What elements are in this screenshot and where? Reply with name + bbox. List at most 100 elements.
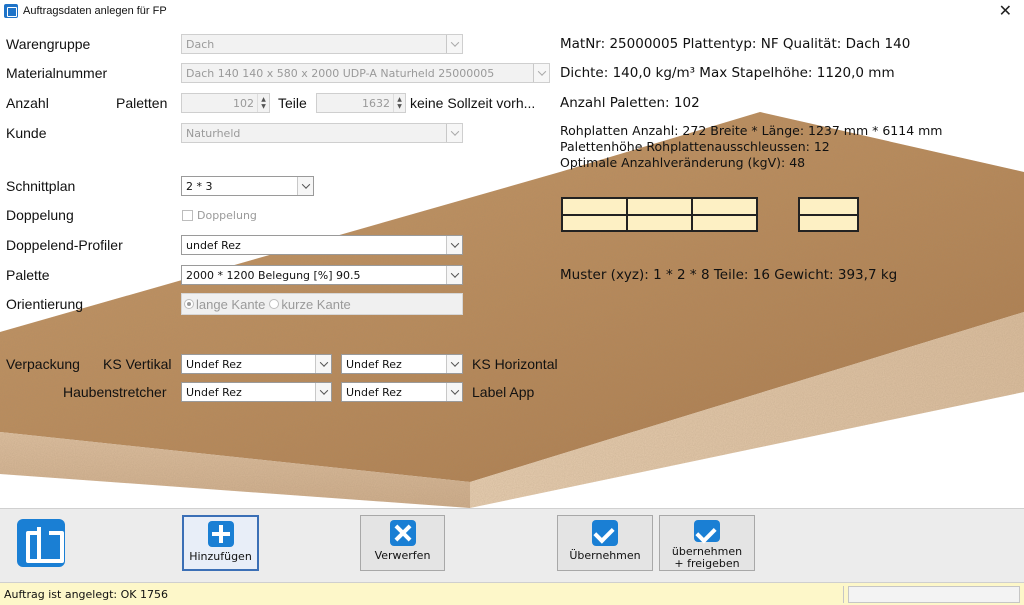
palette-select[interactable]: 2000 * 1200 Belegung [%] 90.5 [181,265,463,285]
schnittplan-label: Schnittplan [6,178,76,194]
kunde-label: Kunde [6,125,47,141]
bottom-toolbar [0,508,1024,582]
chevron-down-icon[interactable] [315,383,331,401]
chevron-down-icon[interactable] [446,124,462,142]
add-button[interactable]: Hinzufügen [182,515,259,571]
chevron-down-icon[interactable] [315,355,331,373]
info-matnr: MatNr: 25000005 Plattentyp: NF Qualität:… [560,36,911,52]
chevron-down-icon[interactable] [446,35,462,53]
doppelend-profiler-value: undef Rez [186,238,241,252]
status-progress-bar [848,586,1020,603]
plus-icon [207,521,234,547]
orientierung-label: Orientierung [6,296,84,312]
paletten-spinner[interactable]: 102 ▲ ▼ [181,93,270,113]
apply-button-label: Übernehmen [569,549,641,562]
info-anzahl-paletten: Anzahl Paletten: 102 [560,95,700,111]
teile-label: Teile [278,95,307,111]
doppelung-checkbox[interactable]: Doppelung [182,209,257,222]
info-palettenhoehe: Palettenhöhe Rohplattenausschleussen: 12 [560,139,830,154]
discard-button-label: Verwerfen [374,549,431,562]
checkbox-box[interactable] [182,210,193,221]
status-separator [843,586,844,603]
ks-vertikal-label: KS Vertikal [103,356,172,372]
apply-release-label-2: + freigeben [674,557,740,570]
doubling-pattern-grid [798,197,859,232]
info-muster: Muster (xyz): 1 * 2 * 8 Teile: 16 Gewich… [560,267,898,283]
pattern-cell [799,198,858,215]
doppelend-profiler-label: Doppelend-Profiler [6,237,123,253]
warengruppe-select[interactable]: Dach [181,34,463,54]
checkmark-icon [694,520,720,542]
pattern-cell [562,198,627,215]
add-button-label: Hinzufügen [189,550,252,563]
app-icon [4,4,18,18]
radio-selected-icon[interactable] [184,299,194,309]
app-logo-icon[interactable] [17,519,65,567]
pattern-cell [799,214,858,231]
pattern-cell [627,198,692,215]
schnittplan-value: 2 * 3 [186,179,213,193]
ks-horizontal-label: KS Horizontal [472,356,558,372]
doppelung-checkbox-label: Doppelung [197,209,257,222]
materialnummer-value: Dach 140 140 x 580 x 2000 UDP-A Naturhel… [186,66,495,80]
checkmark-icon [592,520,618,546]
ks-horizontal-select[interactable]: Undef Rez [341,354,463,374]
pattern-cell [692,214,757,231]
chevron-down-icon[interactable] [533,64,549,82]
ks-vertikal-select[interactable]: Undef Rez [181,354,332,374]
spinner-arrows-icon[interactable]: ▲ ▼ [257,94,269,112]
radio-kurze-kante-label: kurze Kante [281,296,351,312]
pattern-cell [562,214,627,231]
chevron-down-icon[interactable] [446,383,462,401]
kunde-value: Naturheld [186,126,241,140]
palette-label: Palette [6,267,50,283]
kunde-select[interactable]: Naturheld [181,123,463,143]
label-app-value: Undef Rez [346,385,402,399]
chevron-down-icon[interactable] [446,236,462,254]
radio-unselected-icon[interactable] [269,299,280,309]
doppelend-profiler-select[interactable]: undef Rez [181,235,463,255]
chevron-down-icon[interactable] [446,355,462,373]
palette-value: 2000 * 1200 Belegung [%] 90.5 [186,268,361,282]
info-dichte: Dichte: 140,0 kg/m³ Max Stapelhöhe: 1120… [560,65,895,81]
doppelung-label: Doppelung [6,207,74,223]
status-message: Auftrag ist angelegt: OK 1756 [4,587,168,601]
sollzeit-text: keine Sollzeit vorh... [410,95,536,111]
discard-button[interactable]: Verwerfen [360,515,445,571]
teile-value: 1632 [362,96,390,110]
haubenstretcher-value: Undef Rez [186,385,242,399]
chevron-down-icon[interactable] [297,177,313,195]
apply-button[interactable]: Übernehmen [557,515,653,571]
info-rohplatten: Rohplatten Anzahl: 272 Breite * Länge: 1… [560,123,943,138]
schnittplan-select[interactable]: 2 * 3 [181,176,314,196]
close-icon [389,520,416,546]
radio-lange-kante-label: lange Kante [196,296,266,312]
radio-kurze-kante[interactable]: kurze Kante [269,296,351,312]
paletten-label: Paletten [116,95,168,111]
pattern-cell [627,214,692,231]
teile-spinner[interactable]: 1632 ▲ ▼ [316,93,406,113]
chevron-down-icon[interactable] [446,266,462,284]
materialnummer-label: Materialnummer [6,65,108,81]
warengruppe-value: Dach [186,37,215,51]
materialnummer-select[interactable]: Dach 140 140 x 580 x 2000 UDP-A Naturhel… [181,63,550,83]
paletten-value: 102 [233,96,254,110]
apply-and-release-button[interactable]: übernehmen + freigeben [659,515,755,571]
window-title: Auftragsdaten anlegen für FP [23,5,167,17]
spinner-arrows-icon[interactable]: ▲ ▼ [393,94,405,112]
label-app-select[interactable]: Undef Rez [341,382,463,402]
label-app-label: Label App [472,384,535,400]
pattern-cell [692,198,757,215]
cutting-pattern-grid [561,197,758,232]
status-bar: Auftrag ist angelegt: OK 1756 [0,582,1024,605]
anzahl-label: Anzahl [6,95,49,111]
info-kgv: Optimale Anzahlveränderung (kgV): 48 [560,155,806,170]
verpackung-label: Verpackung [6,356,80,372]
warengruppe-label: Warengruppe [6,36,91,52]
haubenstretcher-select[interactable]: Undef Rez [181,382,332,402]
ks-horizontal-value: Undef Rez [346,357,402,371]
radio-lange-kante[interactable]: lange Kante [184,297,265,312]
ks-vertikal-value: Undef Rez [186,357,242,371]
haubenstretcher-label: Haubenstretcher [63,384,167,400]
close-icon[interactable]: ✕ [999,1,1012,21]
